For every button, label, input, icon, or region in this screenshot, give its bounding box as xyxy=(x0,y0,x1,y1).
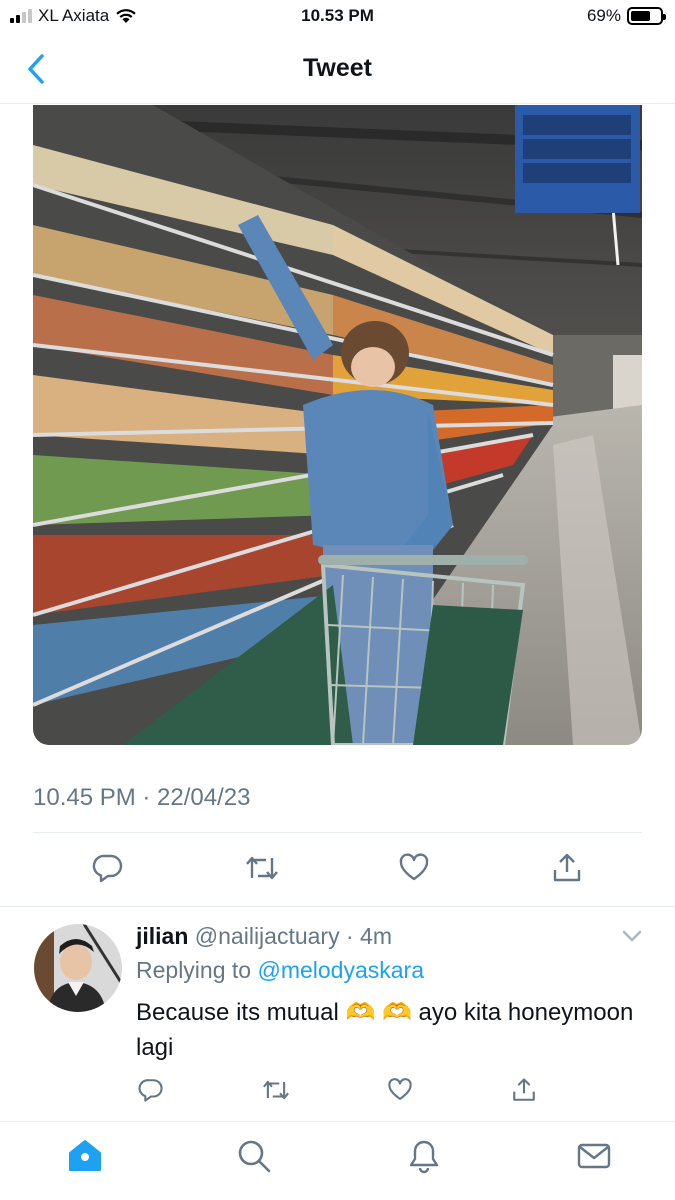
reply-author-name[interactable]: jilian xyxy=(136,923,188,949)
tab-home[interactable] xyxy=(63,1134,107,1178)
page-title: Tweet xyxy=(303,54,372,82)
tweet-action-bar xyxy=(0,848,675,890)
retweet-icon xyxy=(246,856,278,880)
reply-text: Because its mutual 🫶 🫶 ayo kita honeymoo… xyxy=(136,999,634,1061)
reply-time: 4m xyxy=(360,923,392,949)
reply-retweet-button[interactable] xyxy=(256,1073,296,1107)
tweet-photo[interactable] xyxy=(33,105,642,745)
reply-reply-button[interactable] xyxy=(131,1073,171,1107)
tab-search[interactable] xyxy=(232,1134,276,1178)
status-right: 69% xyxy=(586,6,666,26)
tab-messages[interactable] xyxy=(572,1134,616,1178)
reply-button[interactable] xyxy=(88,848,128,888)
chevron-down-icon[interactable] xyxy=(620,926,644,946)
avatar[interactable] xyxy=(34,924,122,1012)
notifications-icon xyxy=(409,1140,439,1174)
grocery-photo-illustration xyxy=(33,105,642,745)
share-icon xyxy=(553,853,581,882)
retweet-button[interactable] xyxy=(242,848,282,888)
divider xyxy=(33,832,642,833)
battery-fill xyxy=(631,11,651,21)
tweet-timestamp[interactable]: 10.45 PM · 22/04/23 xyxy=(33,784,250,812)
replying-prefix: Replying to xyxy=(136,957,258,983)
like-icon xyxy=(399,853,429,881)
status-bar: XL Axiata 10.53 PM 69% xyxy=(0,0,675,34)
share-button[interactable] xyxy=(547,848,587,888)
search-icon xyxy=(238,1140,271,1173)
reply-action-bar xyxy=(0,1073,675,1107)
like-icon xyxy=(388,1078,412,1100)
retweet-icon xyxy=(263,1080,289,1100)
messages-icon xyxy=(577,1143,611,1169)
tab-notifications[interactable] xyxy=(402,1134,446,1178)
reply-header: jilian @nailijactuary · 4m xyxy=(136,923,392,950)
nav-header: Tweet xyxy=(0,34,675,104)
battery-percent: 69% xyxy=(586,6,621,25)
share-icon xyxy=(513,1078,535,1101)
reply-icon xyxy=(92,854,123,883)
reply-dot: · xyxy=(339,923,361,949)
home-icon xyxy=(69,1140,101,1171)
replying-to: Replying to @melodyaskara xyxy=(136,957,424,984)
reply-share-button[interactable] xyxy=(504,1073,544,1107)
like-button[interactable] xyxy=(394,848,434,888)
battery-icon xyxy=(627,7,666,25)
reply-author-handle[interactable]: @nailijactuary xyxy=(195,923,340,949)
tab-bar xyxy=(0,1121,675,1200)
reply-like-button[interactable] xyxy=(380,1073,420,1107)
section-divider xyxy=(0,906,675,907)
replying-to-handle[interactable]: @melodyaskara xyxy=(257,957,424,983)
reply-icon xyxy=(138,1079,163,1102)
status-time: 10.53 PM xyxy=(301,6,374,25)
avatar-photo xyxy=(34,924,122,1012)
